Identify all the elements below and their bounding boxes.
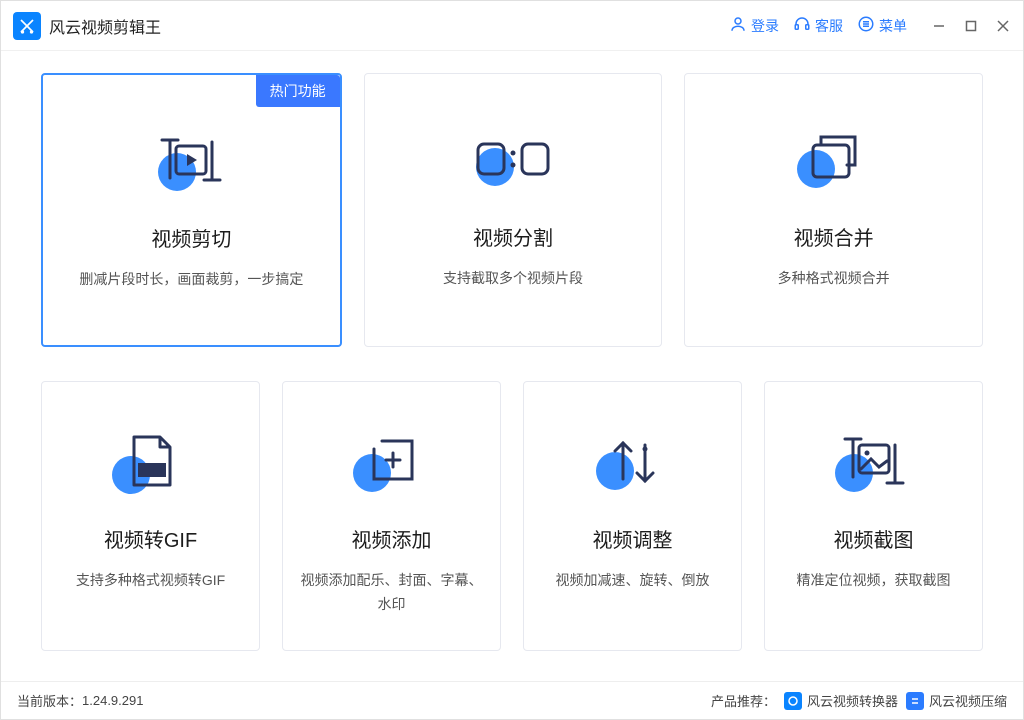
card-video-merge[interactable]: 视频合并 多种格式视频合并	[684, 73, 983, 347]
card-title: 视频调整	[593, 524, 673, 553]
menu-label: 菜单	[879, 16, 907, 36]
compress-icon	[906, 692, 924, 710]
card-desc: 视频加减速、旋转、倒放	[556, 569, 710, 593]
capture-icon	[829, 426, 919, 496]
converter-icon	[784, 692, 802, 710]
version-label: 当前版本：	[17, 691, 82, 710]
card-desc: 多种格式视频合并	[778, 267, 890, 291]
footer: 当前版本： 1.24.9.291 产品推荐： 风云视频转换器 风云视频压缩	[1, 681, 1023, 719]
card-desc: 精准定位视频，获取截图	[797, 569, 951, 593]
brand-icon	[13, 12, 41, 40]
recommend-converter-label: 风云视频转换器	[807, 691, 898, 710]
card-video-gif[interactable]: GIF 视频转GIF 支持多种格式视频转GIF	[41, 381, 260, 651]
adjust-icon	[588, 426, 678, 496]
close-button[interactable]	[995, 18, 1011, 34]
main-content: 热门功能 视频剪切 删减片段时长，画面裁剪，一步搞定	[1, 51, 1023, 681]
maximize-button[interactable]	[963, 18, 979, 34]
user-icon	[729, 15, 747, 36]
gif-icon: GIF	[106, 426, 196, 496]
card-title: 视频添加	[352, 524, 432, 553]
card-title: 视频合并	[794, 222, 874, 251]
app-title: 风云视频剪辑王	[49, 14, 161, 38]
recommend-converter[interactable]: 风云视频转换器	[784, 691, 898, 710]
recommend-label: 产品推荐：	[711, 691, 776, 710]
headset-icon	[793, 15, 811, 36]
minimize-button[interactable]	[931, 18, 947, 34]
menu-button[interactable]: 菜单	[857, 15, 907, 36]
support-label: 客服	[815, 16, 843, 36]
card-video-cut[interactable]: 热门功能 视频剪切 删减片段时长，画面裁剪，一步搞定	[41, 73, 342, 347]
titlebar: 风云视频剪辑王 登录 客服 菜单	[1, 1, 1023, 51]
login-label: 登录	[751, 16, 779, 36]
card-title: 视频剪切	[151, 223, 231, 252]
card-desc: 删减片段时长，画面裁剪，一步搞定	[79, 268, 303, 292]
card-title: 视频截图	[834, 524, 914, 553]
svg-text:GIF: GIF	[143, 466, 160, 477]
hot-badge: 热门功能	[256, 75, 340, 107]
cut-icon	[146, 125, 236, 195]
login-button[interactable]: 登录	[729, 15, 779, 36]
version-value: 1.24.9.291	[82, 693, 143, 708]
card-video-add[interactable]: 视频添加 视频添加配乐、封面、字幕、水印	[282, 381, 501, 651]
card-desc: 视频添加配乐、封面、字幕、水印	[299, 569, 484, 617]
add-icon	[347, 426, 437, 496]
card-video-split[interactable]: 视频分割 支持截取多个视频片段	[364, 73, 663, 347]
card-desc: 支持截取多个视频片段	[443, 267, 583, 291]
recommend-compress[interactable]: 风云视频压缩	[906, 691, 1007, 710]
card-title: 视频转GIF	[104, 524, 197, 553]
titlebar-right: 登录 客服 菜单	[729, 15, 1011, 36]
feature-row-bottom: GIF 视频转GIF 支持多种格式视频转GIF 视频添加 视频添加配乐、封面、字…	[41, 381, 983, 651]
card-video-capture[interactable]: 视频截图 精准定位视频，获取截图	[764, 381, 983, 651]
card-title: 视频分割	[473, 222, 553, 251]
window-controls	[931, 18, 1011, 34]
split-icon	[468, 124, 558, 194]
feature-row-top: 热门功能 视频剪切 删减片段时长，画面裁剪，一步搞定	[41, 73, 983, 347]
brand: 风云视频剪辑王	[13, 12, 161, 40]
support-button[interactable]: 客服	[793, 15, 843, 36]
menu-icon	[857, 15, 875, 36]
card-video-adjust[interactable]: 视频调整 视频加减速、旋转、倒放	[523, 381, 742, 651]
recommend-compress-label: 风云视频压缩	[929, 691, 1007, 710]
card-desc: 支持多种格式视频转GIF	[76, 569, 225, 593]
footer-right: 产品推荐： 风云视频转换器 风云视频压缩	[711, 691, 1007, 710]
merge-icon	[789, 124, 879, 194]
